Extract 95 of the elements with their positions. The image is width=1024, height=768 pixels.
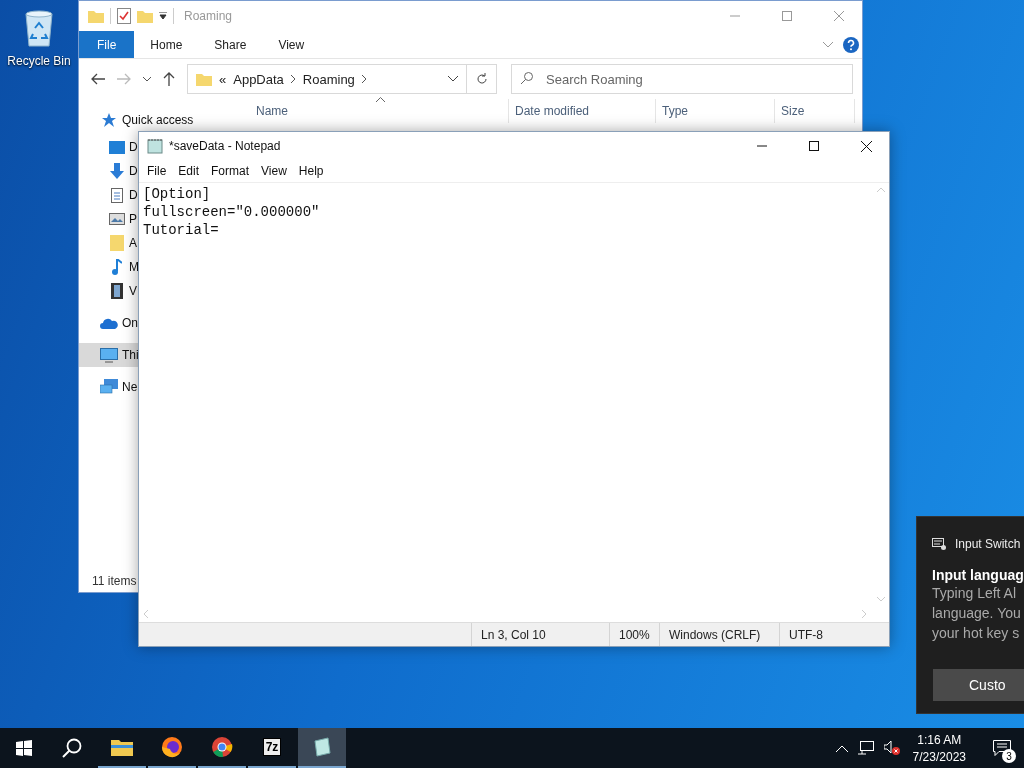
windows-logo-icon xyxy=(16,740,32,756)
notepad-icon xyxy=(147,138,163,154)
navigation-item[interactable]: Ne xyxy=(79,375,139,399)
text-editor[interactable]: [Option] fullscreen="0.000000" Tutorial= xyxy=(139,183,873,606)
archiver-logo: 7z xyxy=(262,738,282,756)
clock-time[interactable]: 1:16 AM xyxy=(917,732,962,747)
back-icon[interactable] xyxy=(91,73,105,85)
browser-icon xyxy=(211,736,233,758)
navigation-item[interactable]: Quick access xyxy=(79,111,196,129)
network-icon[interactable] xyxy=(857,741,874,755)
ribbon-tab[interactable]: Home xyxy=(134,31,199,58)
menu-item[interactable]: Format xyxy=(205,162,256,180)
navigation-item[interactable]: D xyxy=(79,185,139,205)
show-hidden-icons-icon[interactable] xyxy=(835,744,848,752)
column-header[interactable]: Size xyxy=(775,99,855,123)
window-title: *saveData - Notepad xyxy=(169,139,281,153)
search-icon xyxy=(521,72,533,84)
up-icon[interactable] xyxy=(163,72,175,86)
navigation-item[interactable]: A xyxy=(79,233,139,253)
taskbar-app-button[interactable] xyxy=(298,728,346,768)
navigation-item[interactable]: D xyxy=(79,137,139,157)
maximize-icon xyxy=(782,11,792,21)
dropdown-icon[interactable] xyxy=(159,12,167,20)
keyboard-icon xyxy=(932,538,946,550)
text-line: Tutorial= xyxy=(143,221,220,239)
text-line: [Option] xyxy=(143,185,212,203)
navigation-item[interactable]: On xyxy=(79,311,139,335)
star-icon xyxy=(102,113,116,127)
desktop-icon xyxy=(109,140,125,154)
notification-text: Typing Left Al xyxy=(932,584,1018,603)
address-bar[interactable]: « AppData Roaming xyxy=(187,64,467,94)
notepad-icon xyxy=(312,737,332,757)
folder-icon xyxy=(110,235,124,251)
search-icon xyxy=(62,738,82,758)
column-header[interactable]: Date modified xyxy=(509,99,656,123)
menu-item[interactable]: Help xyxy=(292,162,330,180)
breadcrumb-overflow[interactable]: « xyxy=(219,71,227,87)
chevron-icon[interactable] xyxy=(361,75,367,83)
folder-icon xyxy=(111,738,133,756)
chevron-icon[interactable] xyxy=(290,75,296,83)
status-text: UTF-8 xyxy=(789,627,823,642)
desktop-icon-label[interactable]: Recycle Bin xyxy=(7,54,71,68)
search-field[interactable]: Search Roaming xyxy=(511,64,853,94)
music-note-icon xyxy=(112,259,122,275)
computer-icon xyxy=(100,347,118,363)
ribbon-tab[interactable]: Share xyxy=(198,31,263,58)
refresh-button[interactable] xyxy=(467,64,497,94)
download-icon xyxy=(110,163,124,179)
breadcrumb[interactable]: Roaming xyxy=(302,71,355,87)
taskbar-app-button[interactable]: 7z xyxy=(248,728,296,768)
notification-app-name: Input Switch xyxy=(955,537,1021,551)
breadcrumb[interactable]: AppData xyxy=(233,71,284,87)
navigation-item[interactable]: Thi xyxy=(79,343,139,367)
recent-locations-icon[interactable] xyxy=(143,76,151,82)
notification-heading: Input languag xyxy=(932,567,1024,583)
customize-button[interactable]: Custo xyxy=(933,669,1024,701)
clock-date[interactable]: 7/23/2023 xyxy=(912,749,966,764)
film-icon xyxy=(111,283,123,299)
network-icon xyxy=(100,379,118,395)
notification-text: your hot key s xyxy=(932,624,1021,643)
item-count: 11 items xyxy=(91,574,138,588)
text-line: fullscreen="0.000000" xyxy=(143,203,321,221)
refresh-icon xyxy=(475,73,488,85)
status-text: Windows (CRLF) xyxy=(669,627,761,642)
navigation-item[interactable]: V xyxy=(79,281,139,301)
expand-ribbon-icon[interactable] xyxy=(823,41,833,48)
notification-count-badge: 3 xyxy=(1002,749,1016,763)
volume-muted-icon[interactable] xyxy=(883,741,900,755)
column-header[interactable]: Type xyxy=(656,99,775,123)
browser-icon xyxy=(161,736,183,758)
document-icon xyxy=(111,187,123,203)
navigation-item[interactable]: D xyxy=(79,161,139,181)
menu-item[interactable]: Edit xyxy=(172,162,206,180)
column-header[interactable]: Name xyxy=(239,99,509,123)
menu-item[interactable]: File xyxy=(141,162,173,180)
notification-text: language. You xyxy=(932,604,1022,623)
dropdown-icon[interactable] xyxy=(448,76,458,82)
window-title: Roaming xyxy=(184,9,233,23)
close-icon xyxy=(834,11,844,21)
ribbon-tab[interactable]: View xyxy=(262,31,321,58)
cloud-icon xyxy=(100,317,118,329)
recycle-bin-icon[interactable] xyxy=(22,8,56,48)
sort-ascending-icon xyxy=(376,97,385,102)
status-text: 100% xyxy=(619,627,650,642)
close-icon xyxy=(860,140,872,152)
navigation-item[interactable]: P xyxy=(79,209,139,229)
status-text: Ln 3, Col 10 xyxy=(481,627,546,642)
maximize-icon xyxy=(809,141,819,151)
help-icon[interactable] xyxy=(843,36,859,53)
menu-item[interactable]: View xyxy=(255,162,293,180)
pictures-icon xyxy=(109,213,125,225)
action-center-button[interactable]: 3 xyxy=(980,728,1024,768)
properties-icon[interactable] xyxy=(117,8,131,24)
folder-icon xyxy=(196,72,212,86)
navigation-item[interactable]: M xyxy=(79,257,139,277)
